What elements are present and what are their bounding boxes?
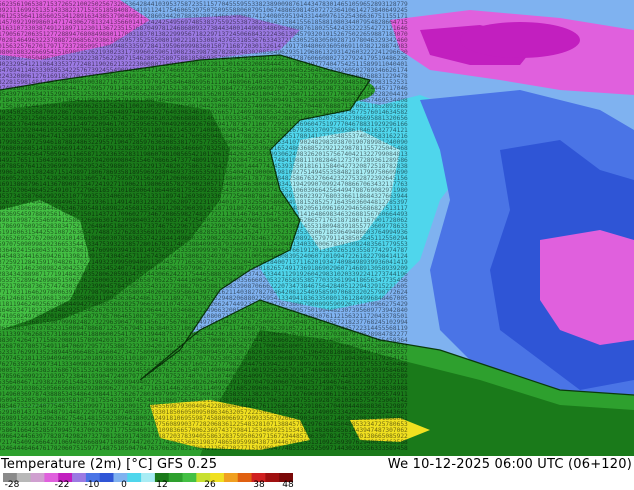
colorbar-tick-label: 48 (282, 480, 294, 490)
colorbar-tick-label: 0 (121, 480, 127, 490)
map-footer: Temperature (2m) [°C] GFS 0.25 We 10-12-… (0, 456, 634, 490)
colorbar-tick-label: -22 (54, 480, 70, 490)
colorbar-tick-label: 12 (156, 480, 168, 490)
colorbar-tick-label: -28 (4, 480, 20, 490)
value-grid: 5623561965387153726521002502567320536428… (0, 1, 408, 452)
colorbar-tick-label: 38 (253, 480, 265, 490)
grid-row: 8246444646476178206075159771487510504704… (0, 445, 408, 452)
forecast-datetime: We 10-12-2025 06:00 UTC (06+120) (387, 457, 632, 472)
colorbar-tick-label: -10 (84, 480, 100, 490)
colorbar-tick-label: 26 (204, 480, 216, 490)
map-title: Temperature (2m) [°C] GFS 0.25 (1, 457, 218, 472)
temperature-map: 5623561965387153726521002502567320536428… (0, 0, 634, 456)
map-canvas: 5623561965387153726521002502567320536428… (0, 0, 634, 456)
island-northeast (460, 22, 580, 58)
colorbar-ticks: -28 -22 -10 0 12 26 38 48 (0, 480, 310, 490)
